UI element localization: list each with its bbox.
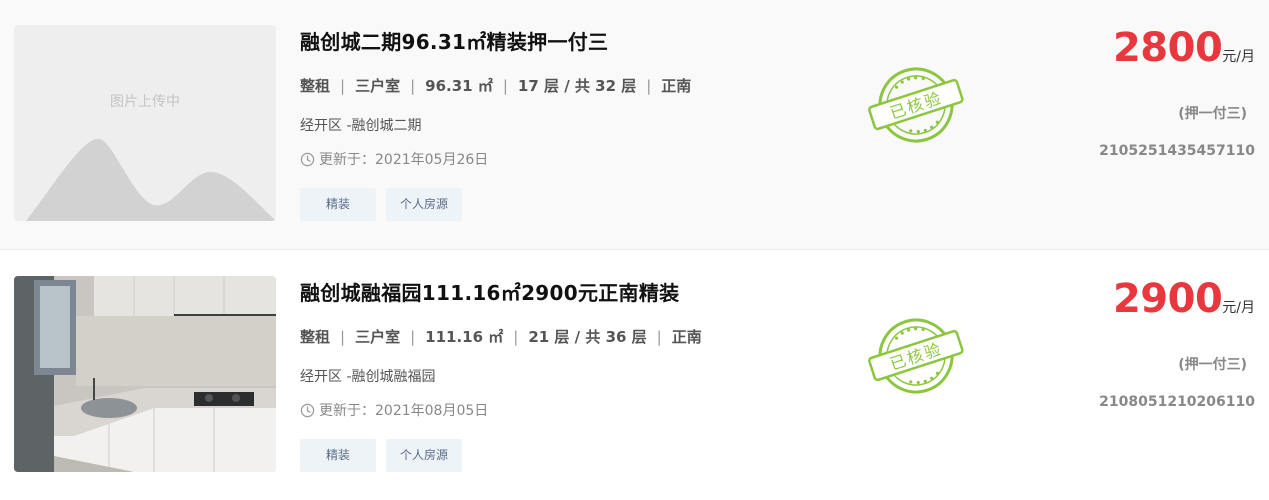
listing-updated: 更新于：2021年08月05日 [300,400,488,420]
price-box: 2800元/月 (押一付三) 2105251435457110 [1099,22,1255,159]
listing-title[interactable]: 融创城二期96.31㎡精装押一付三 [300,26,608,55]
listing-title[interactable]: 融创城融福园111.16㎡2900元正南精装 [300,277,679,306]
payment-terms: (押一付三) [1178,106,1247,122]
room-layout: 三户室 [355,328,401,346]
listing-photo[interactable] [14,276,276,472]
listing-card[interactable]: 融创城融福园111.16㎡2900元正南精装 整租 | 三户室 | 111.16 ㎡ | 2… [0,250,1269,500]
kitchen-photo [14,276,276,472]
payment-terms: (押一付三) [1178,357,1247,373]
mountain-placeholder-icon [26,138,276,221]
price-unit: 元/月 [1222,300,1255,316]
listing-meta: 整租 | 三户室 | 111.16 ㎡ | 21 层 / 共 36 层 | 正南 [300,328,702,346]
rent-type: 整租 [300,77,331,95]
listing-address[interactable]: 经开区 -融创城二期 [300,115,422,135]
listing-tags: 精装 个人房源 [300,439,463,472]
listing-meta: 整租 | 三户室 | 96.31 ㎡ | 17 层 / 共 32 层 | 正南 [300,77,692,95]
updated-date: 更新于：2021年05月26日 [319,152,489,168]
room-layout: 三户室 [355,77,401,95]
floor: 17 层 / 共 32 层 [517,77,637,95]
price: 2900元/月 [1099,273,1255,334]
listing-card[interactable]: 图片上传中 融创城二期96.31㎡精装押一付三 整租 | 三户室 | 96.31 ㎡ | 1… [0,0,1269,250]
price-value: 2800 [1112,25,1223,71]
price-box: 2900元/月 (押一付三) 2108051210206110 [1099,273,1255,410]
area: 111.16 ㎡ [425,328,504,346]
listing-image-placeholder[interactable]: 图片上传中 [14,25,276,221]
tag-owner: 个人房源 [386,188,463,221]
listing-updated: 更新于：2021年05月26日 [300,149,488,169]
tag-decoration: 精装 [300,188,376,221]
rent-type: 整租 [300,328,331,346]
verified-stamp-icon: 已核验 [868,318,964,394]
image-uploading-text: 图片上传中 [110,94,180,110]
floor: 21 层 / 共 36 层 [528,328,647,346]
orientation: 正南 [661,77,692,95]
listing-address[interactable]: 经开区 -融创城融福园 [300,366,436,386]
price: 2800元/月 [1099,22,1255,83]
listing-code: 2108051210206110 [1099,394,1255,410]
area: 96.31 ㎡ [425,77,493,95]
price-value: 2900 [1112,276,1223,322]
tag-decoration: 精装 [300,439,376,472]
listing-tags: 精装 个人房源 [300,188,463,221]
orientation: 正南 [671,328,702,346]
updated-date: 更新于：2021年08月05日 [319,403,489,419]
clock-icon [300,152,315,166]
price-unit: 元/月 [1222,49,1255,65]
listing-code: 2105251435457110 [1099,143,1255,159]
verified-stamp-icon: 已核验 [868,67,964,143]
clock-icon [300,403,315,417]
tag-owner: 个人房源 [386,439,463,472]
listing-list: 图片上传中 融创城二期96.31㎡精装押一付三 整租 | 三户室 | 96.31 ㎡ | 1… [0,0,1269,500]
